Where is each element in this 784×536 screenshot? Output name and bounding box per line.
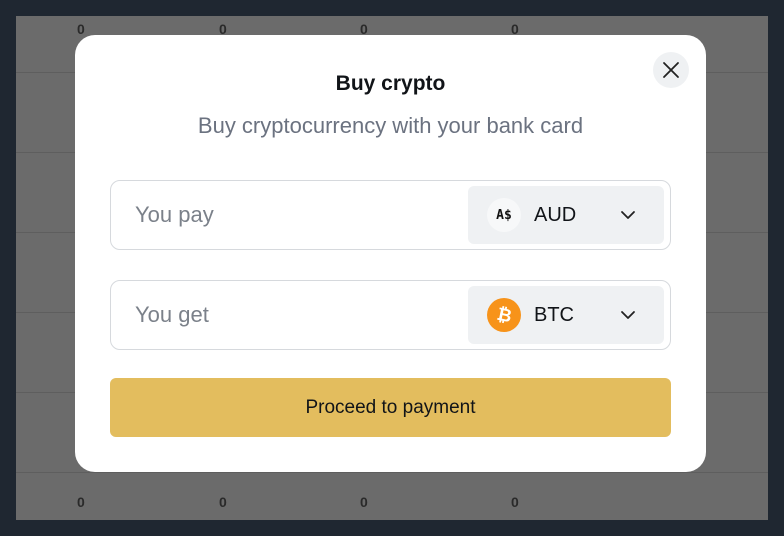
aud-currency-icon: A$	[487, 198, 521, 232]
chevron-down-icon	[621, 311, 635, 319]
table-cell: 0	[360, 494, 368, 510]
chevron-down-icon	[621, 211, 635, 219]
bitcoin-icon: ₿	[487, 298, 521, 332]
pay-field: A$ AUD	[110, 180, 671, 250]
get-currency-select[interactable]: ₿ BTC	[468, 286, 664, 344]
proceed-to-payment-button[interactable]: Proceed to payment	[110, 378, 671, 437]
table-row: 0 0 0 0	[16, 472, 768, 520]
get-currency-code: BTC	[534, 304, 574, 326]
table-cell: 0	[77, 21, 85, 37]
buy-crypto-modal: Buy crypto Buy cryptocurrency with your …	[75, 35, 706, 472]
table-cell: 0	[511, 494, 519, 510]
get-field: ₿ BTC	[110, 280, 671, 350]
pay-currency-code: AUD	[534, 204, 577, 226]
table-cell: 0	[219, 494, 227, 510]
aud-icon-text: A$	[496, 207, 512, 223]
pay-amount-input[interactable]	[135, 181, 455, 249]
pay-currency-select[interactable]: A$ AUD	[468, 186, 664, 244]
btc-icon-text: ₿	[494, 303, 514, 327]
modal-title: Buy crypto	[335, 72, 446, 95]
get-amount-input[interactable]	[135, 281, 455, 349]
table-cell: 0	[77, 494, 85, 510]
modal-subtitle: Buy cryptocurrency with your bank card	[197, 113, 584, 138]
